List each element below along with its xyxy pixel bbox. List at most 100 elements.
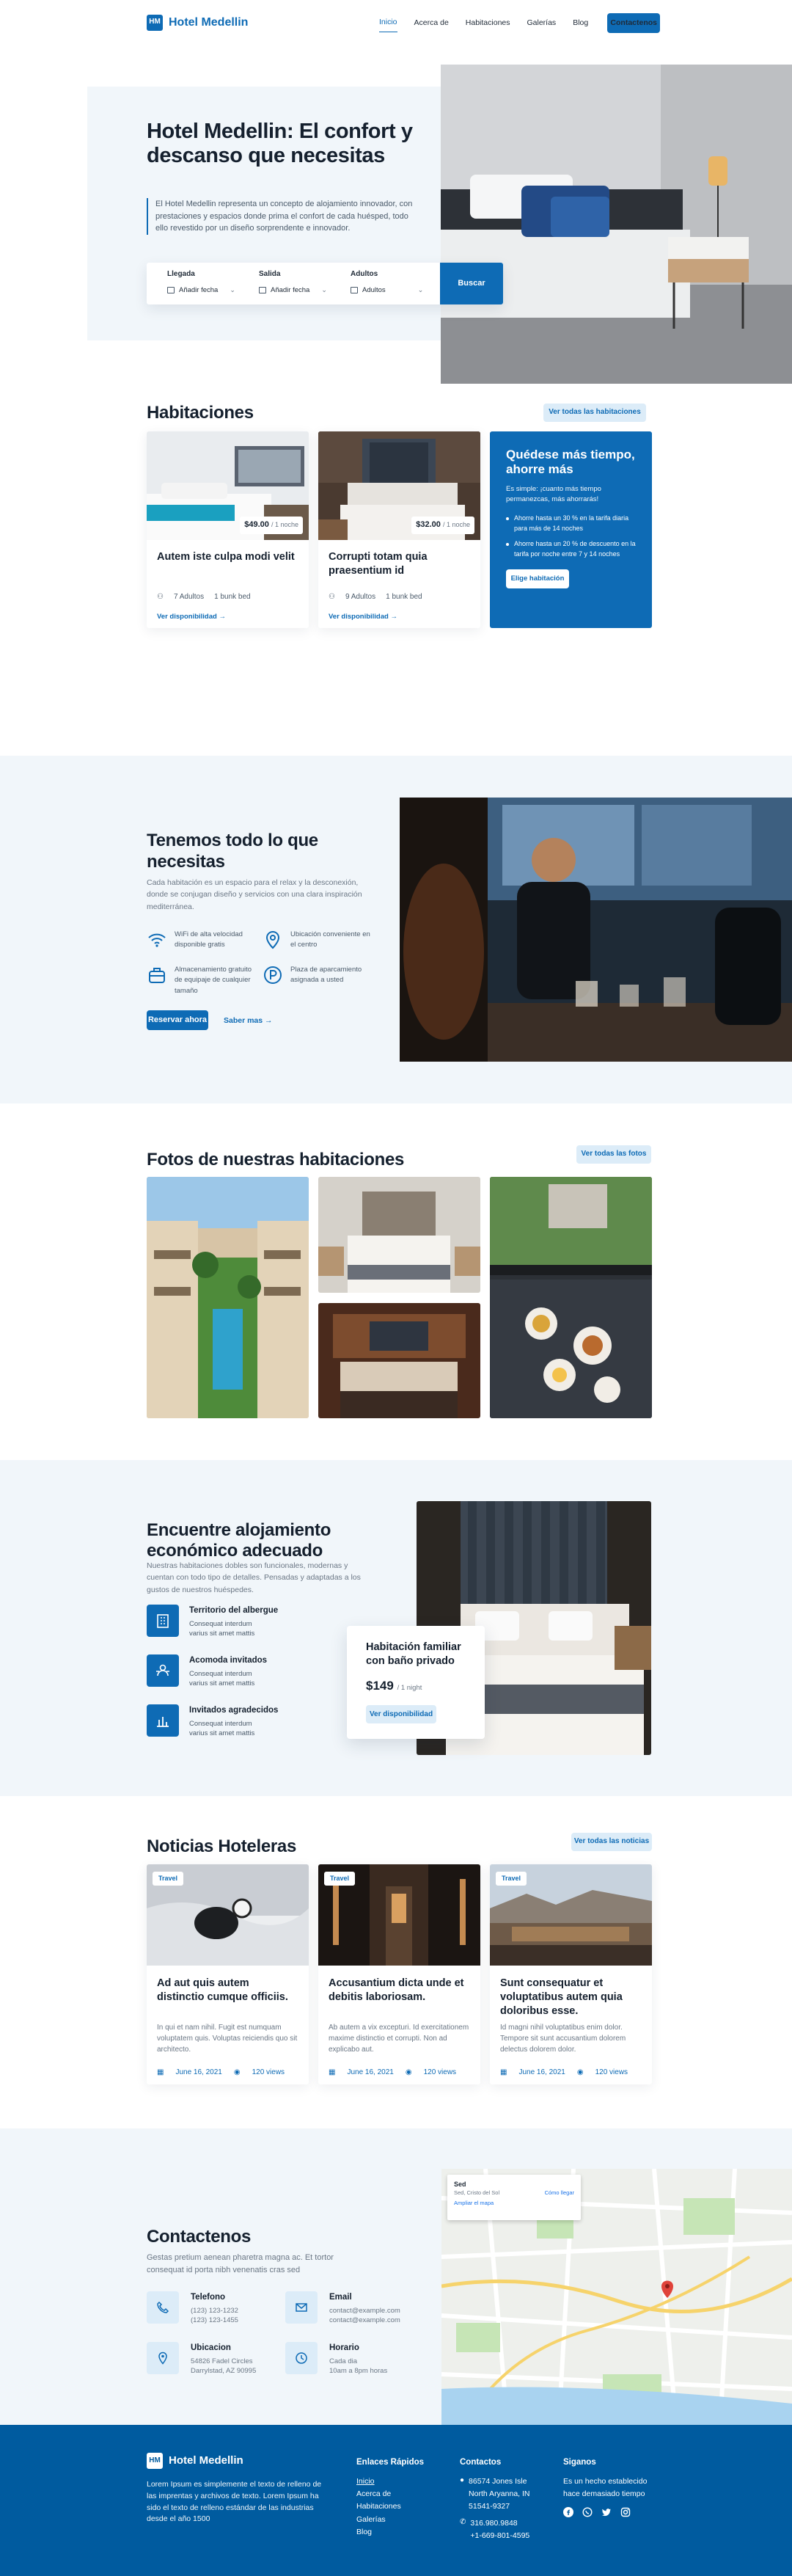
hours-line: Cada dia xyxy=(329,2357,358,2365)
learn-more-link[interactable]: Saber mas → xyxy=(224,1015,273,1026)
news-title: Noticias Hoteleras xyxy=(147,1836,297,1856)
phone-line: (123) 123-1232 xyxy=(191,2306,238,2315)
guests-icon: ⚇ xyxy=(157,593,164,601)
footer-link-acerca[interactable]: Acerca de xyxy=(356,2488,424,2500)
gallery-photo-pool[interactable] xyxy=(147,1177,309,1418)
search-button[interactable]: Buscar xyxy=(440,263,503,304)
main-nav: Inicio Acerca de Habitaciones Galerías B… xyxy=(379,13,677,33)
family-room-availability-button[interactable]: Ver disponibilidad xyxy=(366,1705,436,1724)
finder-item-title: Invitados agradecidos xyxy=(189,1706,279,1715)
chevron-down-icon: ⌄ xyxy=(417,285,424,293)
nav-habitaciones[interactable]: Habitaciones xyxy=(466,15,510,32)
adults-field[interactable]: Adultos Adultos ⌄ xyxy=(330,263,423,304)
hero-bedroom-photo xyxy=(441,65,792,384)
gallery-photo-suite[interactable] xyxy=(318,1303,480,1418)
twitter-icon[interactable] xyxy=(601,2506,612,2517)
rooms-section: Habitaciones Ver todas las habitaciones … xyxy=(0,401,792,756)
room-availability-link[interactable]: Ver disponibilidad → xyxy=(318,603,480,622)
news-tag: Travel xyxy=(324,1872,356,1886)
news-card-title: Sunt consequatur et voluptatibus autem q… xyxy=(500,1977,623,2017)
footer-brand-name: Hotel Medellin xyxy=(169,2454,243,2467)
footer-follow-title: Siganos xyxy=(563,2458,596,2467)
brand-logo[interactable]: HM Hotel Medellin xyxy=(147,14,248,31)
promo-bullet: Ahorre hasta un 20 % de descuento en la … xyxy=(506,539,636,559)
footer-link-blog[interactable]: Blog xyxy=(356,2526,424,2539)
map-directions-link[interactable]: Cómo llegar xyxy=(545,2189,574,2197)
choose-room-button[interactable]: Elige habitación xyxy=(506,569,569,589)
contact-title: Contactenos xyxy=(147,2227,252,2247)
book-now-button[interactable]: Reservar ahora xyxy=(147,1010,208,1030)
footer-address-row: ● 86574 Jones Isle North Aryanna, IN 5154… xyxy=(460,2475,548,2514)
feature-parking: Plaza de aparcamiento asignada a usted xyxy=(263,965,373,986)
hero-section: Hotel Medellin: El confort y descanso qu… xyxy=(0,47,792,401)
footer-logo[interactable]: HM Hotel Medellin xyxy=(147,2453,243,2469)
facebook-icon[interactable] xyxy=(563,2506,573,2518)
room-title: Autem iste culpa modi velit xyxy=(157,551,295,563)
news-card-excerpt: In qui et nam nihil. Fugit est numquam v… xyxy=(157,2024,298,2054)
footer-link-galerias[interactable]: Galerías xyxy=(356,2514,424,2526)
feature-text: Ubicación conveniente en el centro xyxy=(290,930,370,949)
news-photo: Travel xyxy=(490,1864,652,1966)
room-bed: 1 bunk bed xyxy=(386,593,422,601)
whatsapp-icon[interactable] xyxy=(582,2506,593,2517)
news-date: June 16, 2021 xyxy=(518,2068,565,2076)
calendar-icon: ▦ xyxy=(329,2068,336,2076)
guests-icon: ⚇ xyxy=(329,593,335,601)
phone-icon: ✆ xyxy=(460,2517,466,2526)
footer-text: Lorem Ipsum es simplemente el texto de r… xyxy=(147,2480,322,2524)
finder-text: Nuestras habitaciones dobles son funcion… xyxy=(147,1561,361,1594)
nav-blog[interactable]: Blog xyxy=(573,15,588,32)
room-card[interactable]: $49.00 / 1 noche Autem iste culpa modi v… xyxy=(147,431,309,628)
phone-line: (123) 123-1455 xyxy=(191,2316,238,2324)
contact-hours: Horario Cada dia 10am a 8pm horas xyxy=(285,2342,387,2376)
contact-phone: Telefono (123) 123-1232 (123) 123-1455 xyxy=(147,2291,238,2325)
news-card[interactable]: Travel Accusantium dicta unde et debitis… xyxy=(318,1864,480,2084)
location-pin-icon: ● xyxy=(460,2475,465,2484)
see-all-photos-button[interactable]: Ver todas las fotos xyxy=(576,1145,651,1164)
room-photo: $49.00 / 1 noche xyxy=(147,431,309,540)
room-guests: 7 Adultos xyxy=(173,593,205,601)
family-room-title: Habitación familiar con baño privado xyxy=(366,1641,461,1667)
news-card[interactable]: Travel Ad aut quis autem distinctio cumq… xyxy=(147,1864,309,2084)
parking-icon xyxy=(264,966,282,984)
nav-inicio[interactable]: Inicio xyxy=(379,14,397,32)
finder-item-text: Consequat interdum varius sit amet matti… xyxy=(189,1669,255,1688)
room-guests: 9 Adultos xyxy=(345,593,376,601)
footer-link-inicio[interactable]: Inicio xyxy=(356,2475,424,2488)
news-views: 120 views xyxy=(252,2068,285,2076)
finder-item: Invitados agradecidos Consequat interdum … xyxy=(147,1704,278,1739)
footer-link-habitaciones[interactable]: Habitaciones xyxy=(356,2500,424,2513)
news-views: 120 views xyxy=(423,2068,457,2076)
see-all-rooms-button[interactable]: Ver todas las habitaciones xyxy=(543,404,646,422)
news-views: 120 views xyxy=(595,2068,628,2076)
nav-galerias[interactable]: Galerías xyxy=(527,15,557,32)
news-card[interactable]: Travel Sunt consequatur et voluptatibus … xyxy=(490,1864,652,2084)
nav-acerca[interactable]: Acerca de xyxy=(414,15,449,32)
news-card-title: Ad aut quis autem distinctio cumque offi… xyxy=(157,1977,288,2003)
eye-icon: ◉ xyxy=(233,2068,241,2076)
gallery-photo-breakfast[interactable] xyxy=(490,1177,652,1418)
map-enlarge-link[interactable]: Ampliar el mapa xyxy=(454,2200,574,2208)
news-card-excerpt: Ab autem a vix excepturi. Id exercitatio… xyxy=(329,2024,469,2054)
amenities-section: Tenemos todo lo que necesitas Cada habit… xyxy=(0,756,792,1103)
contact-location: Ubicacion 54826 Fadel Circles Darrylstad, … xyxy=(147,2342,256,2376)
map-info-box: Sed Sed, Cristo del Sol Ampliar el mapa … xyxy=(447,2175,581,2220)
chart-icon xyxy=(147,1704,179,1737)
finder-item-text: Consequat interdum varius sit amet matti… xyxy=(189,1719,255,1738)
checkin-field[interactable]: Llegada Añadir fecha ⌄ xyxy=(147,263,238,304)
footer-follow: Siganos Es un hecho establecido hace dem… xyxy=(563,2456,655,2518)
news-photo: Travel xyxy=(147,1864,309,1966)
gallery-photo-bedroom[interactable] xyxy=(318,1177,480,1293)
instagram-icon[interactable] xyxy=(620,2506,631,2517)
contact-button[interactable]: Contactenos xyxy=(607,13,661,33)
checkout-field[interactable]: Salida Añadir fecha ⌄ xyxy=(238,263,330,304)
see-all-news-button[interactable]: Ver todas las noticias xyxy=(571,1833,652,1851)
room-card[interactable]: $32.00 / 1 noche Corrupti totam quia pra… xyxy=(318,431,480,628)
map-place: Sed xyxy=(454,2181,466,2188)
calendar-icon xyxy=(351,286,358,293)
news-date: June 16, 2021 xyxy=(347,2068,394,2076)
brand-name: Hotel Medellin xyxy=(169,16,249,29)
footer-follow-text: Es un hecho establecido hace demasiado t… xyxy=(563,2476,648,2498)
location-map[interactable]: Sed Sed, Cristo del Sol Ampliar el mapa … xyxy=(441,2169,792,2425)
room-availability-link[interactable]: Ver disponibilidad → xyxy=(147,603,309,622)
